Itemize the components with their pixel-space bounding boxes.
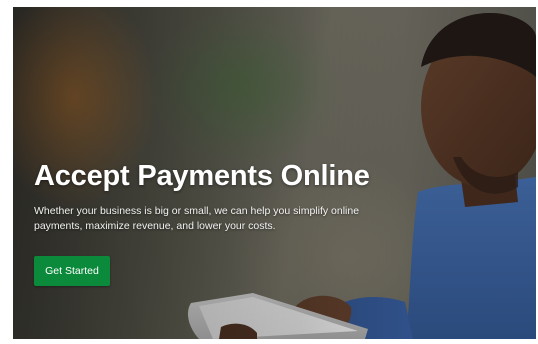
hero-subtitle: Whether your business is big or small, w… xyxy=(34,205,360,232)
get-started-button[interactable]: Get Started xyxy=(34,256,110,286)
hero-banner: Accept Payments Online Whether your busi… xyxy=(13,7,536,339)
hero-content: Accept Payments Online Whether your busi… xyxy=(34,159,414,234)
hero-title: Accept Payments Online xyxy=(34,160,370,192)
